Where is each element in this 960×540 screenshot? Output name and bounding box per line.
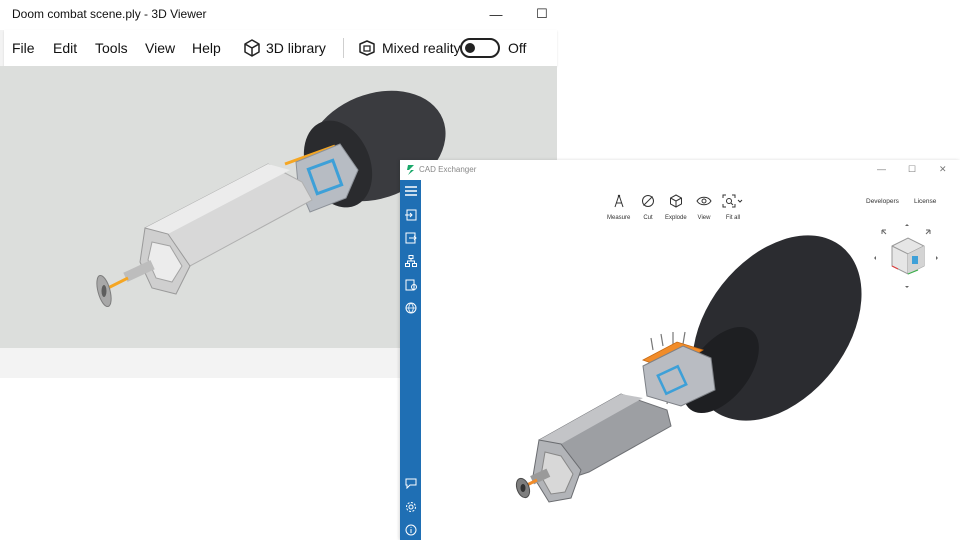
cad-exchanger-window: CAD Exchanger — ☐ ✕ Measure Cut Explode … xyxy=(400,160,960,540)
menu-3d-library[interactable]: 3D library xyxy=(266,40,326,56)
model-dark-ellipsoid xyxy=(692,235,862,421)
model-flange-center xyxy=(520,484,526,492)
structure-tree-icon[interactable] xyxy=(403,253,418,268)
developers-link[interactable]: Developers xyxy=(866,198,899,205)
info-icon[interactable] xyxy=(403,522,418,537)
eye-icon xyxy=(696,196,712,206)
view-tool[interactable]: View xyxy=(696,194,712,221)
menu-edit[interactable]: Edit xyxy=(53,40,77,56)
mixed-reality-toggle[interactable] xyxy=(460,38,500,58)
cut-plane-icon xyxy=(642,195,654,207)
menu-separator xyxy=(343,38,344,58)
viewer3d-menubar: File Edit Tools View Help 3D library Mix… xyxy=(4,30,557,66)
menu-tools[interactable]: Tools xyxy=(95,40,128,56)
properties-icon[interactable] xyxy=(403,277,418,292)
viewer3d-titlebar: Doom combat scene.ply - 3D Viewer — ☐ xyxy=(0,0,557,30)
explode-cube-icon xyxy=(669,194,682,208)
mixed-reality-state: Off xyxy=(508,40,527,56)
cad-exchanger-logo-icon xyxy=(407,165,414,175)
mixed-reality-icon[interactable] xyxy=(357,38,377,58)
measure-tool[interactable]: Measure xyxy=(607,194,630,221)
globe-icon[interactable] xyxy=(403,300,418,315)
maximize-button[interactable]: ☐ xyxy=(531,4,553,24)
menu-view[interactable]: View xyxy=(145,40,175,56)
mixed-reality-label: Mixed reality xyxy=(382,40,461,56)
model-render-2[interactable] xyxy=(421,220,960,540)
cube-library-icon[interactable] xyxy=(242,38,262,58)
fit-all-icon xyxy=(722,194,743,208)
explode-tool[interactable]: Explode xyxy=(665,194,687,221)
settings-gear-icon[interactable] xyxy=(403,499,418,514)
cad-maximize-button[interactable]: ☐ xyxy=(908,164,916,175)
model-orange-pin xyxy=(107,276,129,290)
toggle-knob xyxy=(465,43,475,53)
cad-titlebar: CAD Exchanger — ☐ ✕ xyxy=(400,160,960,180)
menu-help[interactable]: Help xyxy=(192,40,221,56)
cad-window-title: CAD Exchanger xyxy=(419,165,477,174)
window-title: Doom combat scene.ply - 3D Viewer xyxy=(12,7,207,21)
cad-close-button[interactable]: ✕ xyxy=(939,164,947,175)
license-link[interactable]: License xyxy=(914,198,936,205)
cad-minimize-button[interactable]: — xyxy=(877,164,886,174)
fit-all-tool[interactable]: Fit all xyxy=(722,194,744,221)
compass-icon xyxy=(614,194,624,208)
menu-file[interactable]: File xyxy=(12,40,35,56)
export-icon[interactable] xyxy=(403,230,418,245)
import-icon[interactable] xyxy=(403,207,418,222)
hamburger-menu-icon[interactable] xyxy=(403,183,418,198)
model-flange-center xyxy=(101,285,107,297)
cut-tool[interactable]: Cut xyxy=(641,194,655,221)
cad-sidebar xyxy=(400,180,421,540)
minimize-button[interactable]: — xyxy=(485,4,507,24)
feedback-icon[interactable] xyxy=(403,475,418,490)
